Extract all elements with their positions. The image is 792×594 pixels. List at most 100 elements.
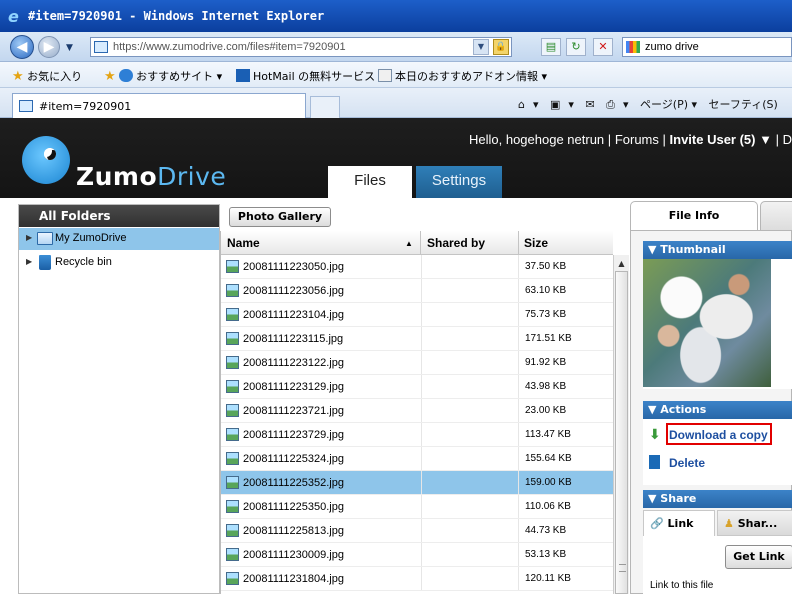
search-box[interactable]: zumo drive [622, 37, 792, 57]
file-name[interactable]: 20081111225324.jpg [243, 453, 344, 465]
image-file-icon [226, 452, 239, 465]
page-menu[interactable]: ページ(P) ▾ [640, 98, 697, 111]
image-file-icon [226, 308, 239, 321]
safety-menu[interactable]: セーフティ(S) [709, 98, 778, 111]
fav-addons[interactable]: 本日のおすすめアドオン情報 ▾ [378, 68, 547, 84]
table-row[interactable]: 20081111223115.jpg 171.51 KB [221, 327, 613, 351]
delete-link[interactable]: Delete [669, 456, 705, 470]
back-button[interactable]: ◀ [10, 35, 34, 59]
get-link-button[interactable]: Get Link [725, 545, 792, 569]
file-name[interactable]: 20081111230009.jpg [243, 549, 344, 561]
search-query[interactable]: zumo drive [645, 41, 699, 53]
forums-link[interactable]: Forums [615, 132, 659, 147]
stop-icon[interactable]: ✕ [593, 38, 613, 56]
tab-share-people[interactable]: ♟ Shar... [717, 510, 792, 536]
tab-file-info[interactable]: File Info [630, 201, 758, 231]
table-row[interactable]: 20081111223050.jpg 37.50 KB [221, 255, 613, 279]
feeds-dropdown[interactable]: ▾ [568, 98, 574, 111]
thumbnail-section [643, 259, 792, 389]
print-dropdown[interactable]: ▾ [623, 98, 629, 111]
file-list-scrollbar[interactable]: ▲ [613, 255, 629, 594]
lock-icon[interactable]: 🔒 [493, 39, 509, 55]
file-size: 37.50 KB [525, 261, 567, 272]
file-name[interactable]: 20081111223721.jpg [243, 405, 344, 417]
file-name[interactable]: 20081111225350.jpg [243, 501, 344, 513]
table-row[interactable]: 20081111230009.jpg 53.13 KB [221, 543, 613, 567]
file-name[interactable]: 20081111223050.jpg [243, 261, 344, 273]
scroll-up-icon[interactable]: ▲ [615, 257, 628, 270]
print-icon[interactable]: ⎙ [606, 98, 615, 111]
file-name[interactable]: 20081111223129.jpg [243, 381, 344, 393]
fav-recommended-sites[interactable]: ★ おすすめサイト ▾ [104, 68, 222, 84]
favorites-button[interactable]: ★ お気に入り [12, 68, 82, 84]
table-row[interactable]: 20081111225352.jpg 159.00 KB [221, 471, 613, 495]
table-row[interactable]: 20081111223721.jpg 23.00 KB [221, 399, 613, 423]
expand-arrow-icon[interactable]: ▶ [26, 257, 32, 266]
shared-by-cell [421, 399, 519, 422]
refresh-icon[interactable]: ↻ [566, 38, 586, 56]
file-size: 75.73 KB [525, 309, 567, 320]
address-bar[interactable]: https://www.zumodrive.com/files#item=792… [90, 37, 512, 57]
file-size: 120.11 KB [525, 573, 571, 584]
image-file-icon [226, 428, 239, 441]
table-row[interactable]: 20081111231804.jpg 120.11 KB [221, 567, 613, 591]
tab-share-link[interactable]: 🔗 Link [643, 510, 715, 536]
table-row[interactable]: 20081111223129.jpg 43.98 KB [221, 375, 613, 399]
fav-hotmail[interactable]: HotMail の無料サービス [236, 68, 375, 84]
table-row[interactable]: 20081111225324.jpg 155.64 KB [221, 447, 613, 471]
feeds-icon[interactable]: ▣ [550, 98, 560, 111]
tab-settings[interactable]: Settings [416, 166, 502, 198]
table-row[interactable]: 20081111225813.jpg 44.73 KB [221, 519, 613, 543]
forward-button[interactable]: ▶ [38, 36, 60, 58]
thumbnail-header[interactable]: ▼ Thumbnail [643, 241, 792, 259]
table-row[interactable]: 20081111223729.jpg 113.47 KB [221, 423, 613, 447]
truncated-link[interactable]: D [783, 132, 792, 147]
new-tab-button[interactable] [310, 96, 340, 118]
address-dropdown-icon[interactable]: ▼ [473, 39, 489, 55]
home-icon[interactable]: ⌂ [518, 98, 525, 111]
table-row[interactable]: 20081111223056.jpg 63.10 KB [221, 279, 613, 303]
file-name[interactable]: 20081111225352.jpg [243, 477, 344, 489]
column-shared-by[interactable]: Shared by [427, 236, 485, 250]
file-name[interactable]: 20081111223122.jpg [243, 357, 344, 369]
expand-arrow-icon[interactable]: ▶ [26, 233, 32, 242]
share-header[interactable]: ▼ Share [643, 490, 792, 508]
sidebar-item-my-zumodrive[interactable]: ▶ My ZumoDrive [19, 228, 219, 250]
fav-label-hotmail: HotMail の無料サービス [253, 70, 376, 83]
sort-ascending-icon[interactable]: ▲ [405, 239, 413, 248]
invite-user-menu[interactable]: Invite User (5) ▼ [670, 132, 772, 147]
file-name[interactable]: 20081111223115.jpg [243, 333, 343, 345]
column-size[interactable]: Size [524, 236, 548, 250]
scrollbar-thumb[interactable] [615, 271, 628, 594]
app-logo[interactable]: ZumoDrive [76, 162, 226, 191]
sidebar-item-recycle-bin[interactable]: ▶ Recycle bin [19, 252, 219, 274]
file-name[interactable]: 20081111223104.jpg [243, 309, 344, 321]
actions-header[interactable]: ▼ Actions [643, 401, 792, 419]
address-url[interactable]: https://www.zumodrive.com/files#item=792… [113, 41, 346, 53]
table-row[interactable]: 20081111223104.jpg 75.73 KB [221, 303, 613, 327]
image-file-icon [226, 500, 239, 513]
window-title: #item=7920901 - Windows Internet Explore… [28, 9, 325, 23]
file-name[interactable]: 20081111231804.jpg [243, 573, 344, 585]
file-name[interactable]: 20081111223056.jpg [243, 285, 344, 297]
greeting-link[interactable]: Hello, hogehoge netrun [469, 132, 604, 147]
table-row[interactable]: 20081111223122.jpg 91.92 KB [221, 351, 613, 375]
logo-accent: Drive [157, 162, 227, 191]
link-icon: 🔗 [650, 517, 664, 530]
browser-tab[interactable]: #item=7920901 [12, 93, 306, 118]
file-size: 159.00 KB [525, 477, 572, 488]
file-name[interactable]: 20081111225813.jpg [243, 525, 344, 537]
history-dropdown-icon[interactable]: ▼ [66, 43, 73, 53]
photo-gallery-button[interactable]: Photo Gallery [229, 207, 331, 227]
column-name[interactable]: Name [227, 236, 260, 250]
tab-secondary[interactable] [760, 201, 792, 231]
table-row[interactable]: 20081111225350.jpg 110.06 KB [221, 495, 613, 519]
tab-files[interactable]: Files [328, 166, 412, 198]
trash-icon [39, 255, 51, 270]
mail-icon[interactable]: ✉ [585, 98, 594, 111]
compat-view-icon[interactable]: ▤ [541, 38, 561, 56]
file-size: 171.51 KB [525, 333, 572, 344]
file-name[interactable]: 20081111223729.jpg [243, 429, 344, 441]
sidebar-item-label: Recycle bin [55, 256, 112, 268]
home-dropdown[interactable]: ▾ [533, 98, 539, 111]
